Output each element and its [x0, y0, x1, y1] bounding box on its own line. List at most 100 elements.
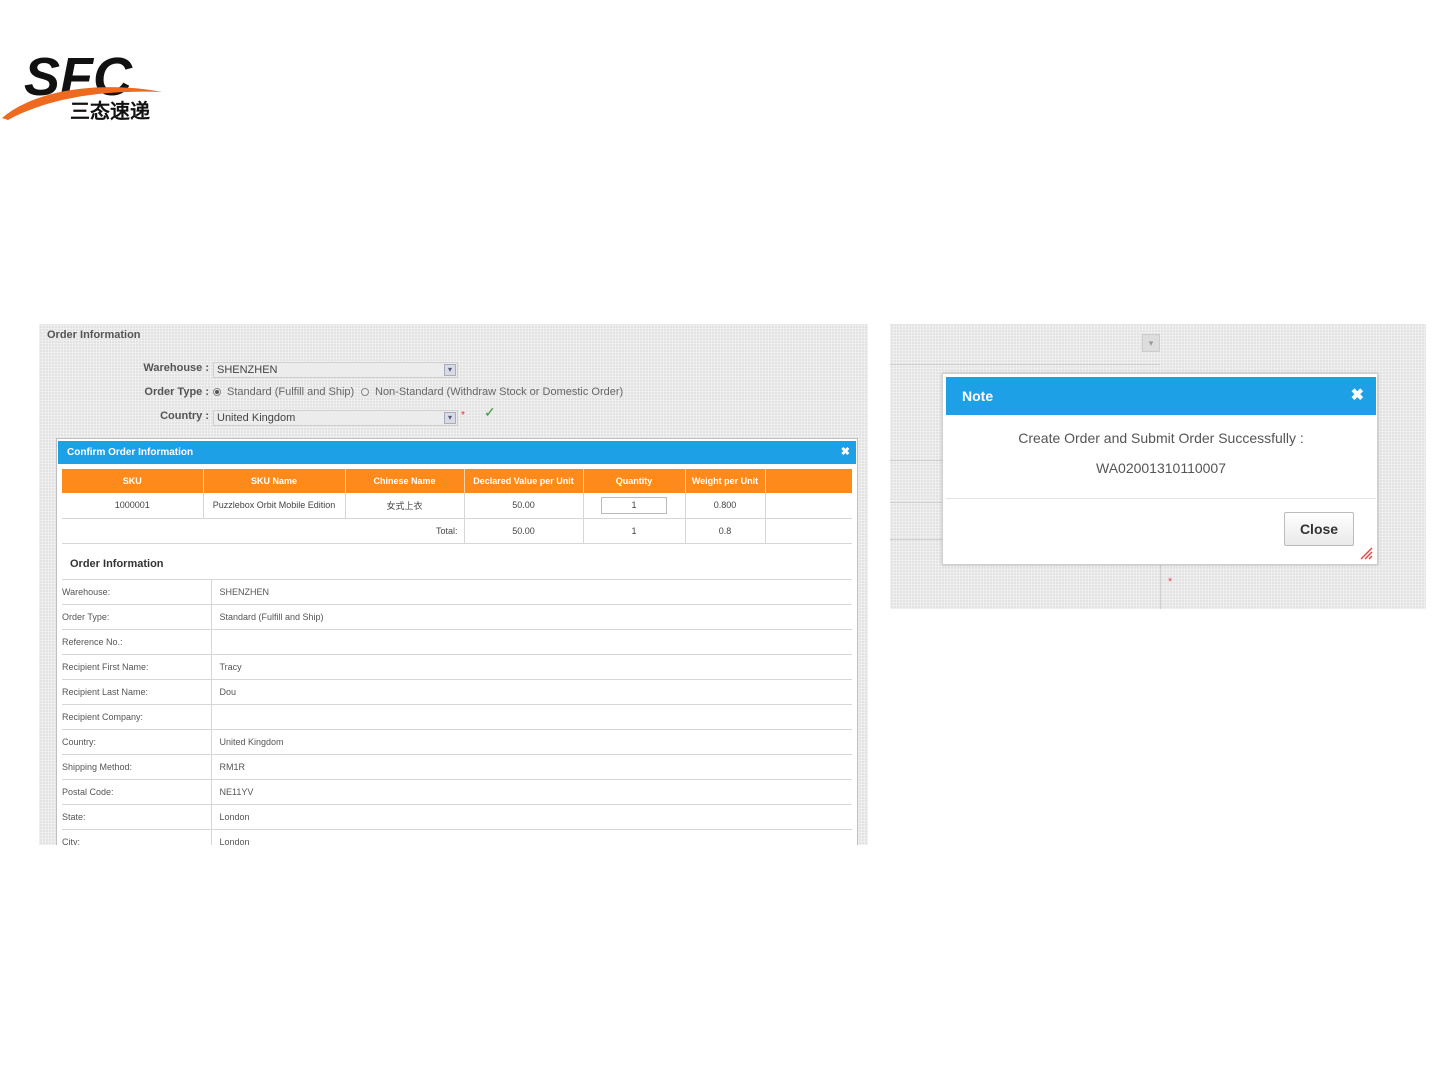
- note-divider: [946, 498, 1376, 499]
- sku-cell: 1000001: [62, 493, 204, 519]
- check-icon: ✓: [484, 404, 496, 420]
- note-title: Note: [962, 388, 994, 404]
- success-note-screenshot: ▾ * Note ✖ Create Order and Submit Order…: [890, 324, 1426, 609]
- warehouse-value: SHENZHEN: [217, 364, 278, 376]
- warehouse-select[interactable]: SHENZHEN ▾: [213, 362, 458, 378]
- background-divider: [890, 364, 1160, 365]
- info-value: Standard (Fulfill and Ship): [211, 604, 852, 630]
- declared-cell: 50.00: [464, 493, 584, 519]
- info-value: London: [211, 829, 852, 845]
- info-value: United Kingdom: [211, 729, 852, 755]
- dialog-header: Confirm Order Information ✖: [58, 441, 856, 464]
- background-chevron-down-icon: ▾: [1142, 334, 1160, 352]
- confirm-order-dialog: Confirm Order Information ✖ SKU SKU Name…: [56, 438, 858, 845]
- info-value: Tracy: [211, 654, 852, 680]
- info-key: Recipient Last Name:: [62, 679, 212, 705]
- note-dialog: Note ✖ Create Order and Submit Order Suc…: [942, 373, 1378, 565]
- column-header: Quantity: [583, 469, 686, 493]
- info-row: City: London: [62, 829, 852, 845]
- order-information-screenshot: Order Information Warehouse : SHENZHEN ▾…: [39, 324, 868, 845]
- info-row: Postal Code: NE11YV: [62, 779, 852, 805]
- dialog-title: Confirm Order Information: [67, 447, 194, 458]
- order-info-table: Warehouse: SHENZHEN Order Type: Standard (…: [62, 579, 852, 845]
- chinese-name-cell: 女式上衣: [345, 493, 465, 519]
- info-section-title: Order Information: [70, 558, 164, 570]
- radio-nonstandard[interactable]: Non-Standard (Withdraw Stock or Domestic…: [361, 386, 623, 398]
- close-button[interactable]: Close: [1284, 512, 1354, 546]
- info-row: Warehouse: SHENZHEN: [62, 579, 852, 605]
- info-key: Recipient Company:: [62, 704, 212, 730]
- info-key: Country:: [62, 729, 212, 755]
- info-row: Country: United Kingdom: [62, 729, 852, 755]
- column-header: SKU: [62, 469, 204, 493]
- info-value: NE11YV: [211, 779, 852, 805]
- info-row: Recipient Company:: [62, 704, 852, 730]
- column-header: Weight per Unit: [685, 469, 766, 493]
- order-information-title: Order Information: [47, 329, 141, 341]
- column-header: [765, 469, 852, 493]
- info-key: Reference No.:: [62, 629, 212, 655]
- info-key: Recipient First Name:: [62, 654, 212, 680]
- country-value: United Kingdom: [217, 412, 296, 424]
- table-header-row: SKU SKU Name Chinese Name Declared Value…: [62, 469, 852, 493]
- total-weight: 0.8: [685, 518, 766, 544]
- total-declared: 50.00: [464, 518, 584, 544]
- radio-standard[interactable]: Standard (Fulfill and Ship): [213, 386, 354, 398]
- info-value: SHENZHEN: [211, 579, 852, 605]
- weight-cell: 0.800: [685, 493, 766, 519]
- country-select[interactable]: United Kingdom ▾: [213, 410, 458, 426]
- background-divider: [1160, 565, 1161, 609]
- background-divider: [890, 539, 942, 540]
- radio-empty-icon[interactable]: [361, 388, 369, 397]
- required-mark: *: [1168, 576, 1173, 588]
- info-key: Shipping Method:: [62, 754, 212, 780]
- close-icon[interactable]: ✖: [1351, 377, 1364, 415]
- logo-tagline: 三态速递: [70, 99, 150, 123]
- info-key: Warehouse:: [62, 579, 212, 605]
- note-header: Note ✖: [946, 377, 1376, 415]
- info-value: London: [211, 804, 852, 830]
- info-key: City:: [62, 829, 212, 845]
- country-label: Country :: [160, 410, 209, 422]
- background-divider: [890, 460, 942, 461]
- chevron-down-icon[interactable]: ▾: [444, 412, 456, 424]
- chevron-down-icon[interactable]: ▾: [444, 364, 456, 376]
- close-icon[interactable]: ✖: [841, 441, 850, 464]
- info-row: State: London: [62, 804, 852, 830]
- info-value: Dou: [211, 679, 852, 705]
- column-header: SKU Name: [203, 469, 346, 493]
- sfc-logo: SFC 三态速递: [0, 40, 170, 130]
- radio-selected-icon[interactable]: [213, 388, 221, 397]
- empty-cell: [765, 493, 852, 519]
- success-message: Create Order and Submit Order Successful…: [1018, 430, 1304, 446]
- total-label: Total:: [62, 518, 465, 544]
- resize-handle-icon[interactable]: [1359, 546, 1373, 560]
- order-type-label: Order Type :: [144, 386, 209, 398]
- info-row: Order Type: Standard (Fulfill and Ship): [62, 604, 852, 630]
- total-quantity: 1: [583, 518, 686, 544]
- radio-standard-label: Standard (Fulfill and Ship): [227, 386, 355, 398]
- info-value: RM1R: [211, 754, 852, 780]
- info-row: Reference No.:: [62, 629, 852, 655]
- quantity-cell: 1: [583, 493, 686, 519]
- order-number: WA02001310110007: [1096, 460, 1226, 476]
- required-mark: *: [461, 410, 465, 421]
- radio-nonstandard-label: Non-Standard (Withdraw Stock or Domestic…: [375, 386, 624, 398]
- column-header: Chinese Name: [345, 469, 465, 493]
- sku-table: SKU SKU Name Chinese Name Declared Value…: [62, 469, 852, 544]
- quantity-input[interactable]: 1: [601, 496, 667, 514]
- info-row: Shipping Method: RM1R: [62, 754, 852, 780]
- info-row: Recipient Last Name: Dou: [62, 679, 852, 705]
- info-value: [211, 629, 852, 655]
- table-row: 1000001 Puzzlebox Orbit Mobile Edition 女…: [62, 493, 852, 519]
- info-key: Order Type:: [62, 604, 212, 630]
- sku-name-cell: Puzzlebox Orbit Mobile Edition: [203, 493, 346, 519]
- empty-cell: [765, 518, 852, 544]
- info-value: [211, 704, 852, 730]
- background-divider: [890, 502, 942, 503]
- warehouse-label: Warehouse :: [143, 362, 209, 374]
- total-row: Total: 50.00 1 0.8: [62, 518, 852, 544]
- info-key: Postal Code:: [62, 779, 212, 805]
- column-header: Declared Value per Unit: [464, 469, 584, 493]
- info-key: State:: [62, 804, 212, 830]
